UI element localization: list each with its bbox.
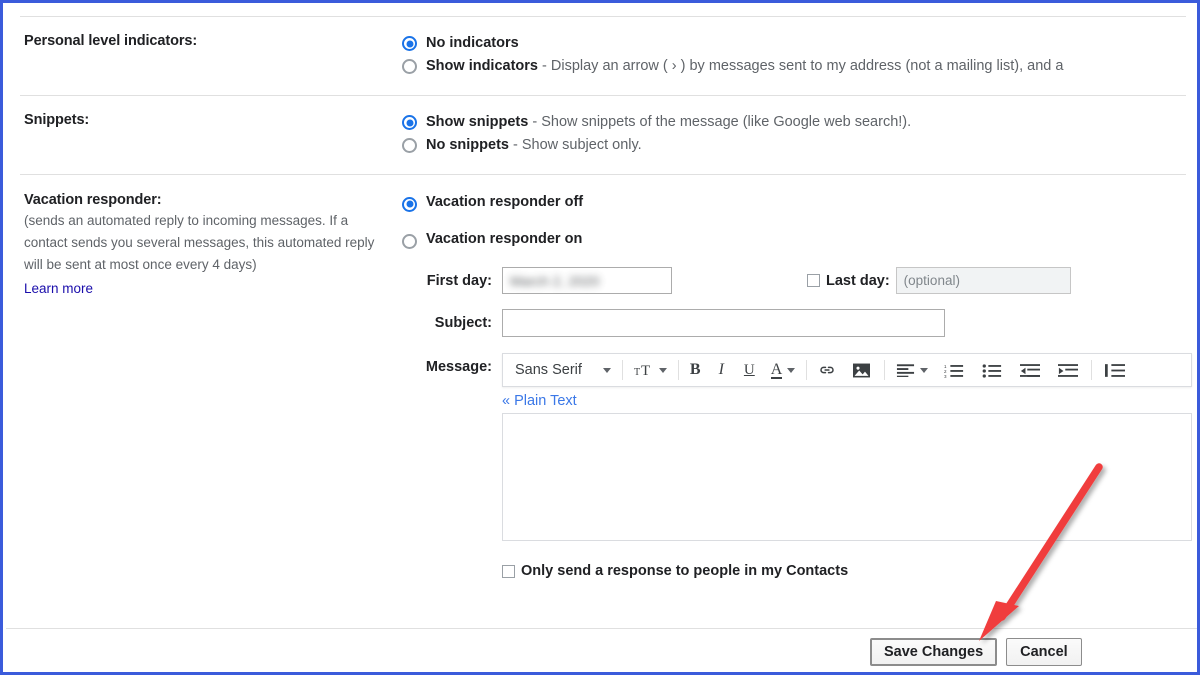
toolbar-divider-5 bbox=[1091, 360, 1093, 381]
radio-show-snippets[interactable]: Show snippets - Show snippets of the mes… bbox=[402, 112, 1197, 133]
radio-vacation-responder-off-label: Vacation responder off bbox=[426, 194, 584, 211]
message-row: Message: Sans Serif T T B I U A 1 2 3 « … bbox=[402, 353, 1197, 580]
indent-more-icon[interactable] bbox=[1049, 353, 1087, 387]
radio-no-snippets-icon[interactable] bbox=[402, 138, 417, 154]
radio-show-indicators-label: Show indicators - Display an arrow ( › )… bbox=[426, 58, 1064, 75]
setting-personal-level-indicators: Personal level indicators: No indicators… bbox=[6, 17, 1197, 95]
insert-image-icon[interactable] bbox=[843, 353, 880, 387]
numbered-list-glyph: 1 2 3 bbox=[944, 363, 964, 378]
last-day-checkbox[interactable] bbox=[807, 274, 820, 288]
bold-icon[interactable]: B bbox=[683, 353, 708, 387]
font-family-value: Sans Serif bbox=[515, 362, 582, 379]
text-size-caret-icon bbox=[658, 367, 667, 373]
radio-show-snippets-label: Show snippets - Show snippets of the mes… bbox=[426, 114, 912, 131]
personal-level-indicators-options: No indicators Show indicators - Display … bbox=[402, 33, 1197, 79]
vacation-responder-title: Vacation responder: bbox=[24, 192, 162, 209]
subject-row: Subject: bbox=[402, 309, 1197, 338]
plain-text-link[interactable]: « Plain Text bbox=[502, 393, 1197, 409]
message-textarea[interactable] bbox=[502, 413, 1192, 542]
message-editor: Sans Serif T T B I U A 1 2 3 « Plain Tex… bbox=[502, 353, 1197, 580]
formatting-toolbar: Sans Serif T T B I U A 1 2 3 bbox=[502, 353, 1192, 388]
text-color-glyph: A bbox=[770, 360, 783, 379]
radio-vacation-responder-off-icon[interactable] bbox=[402, 196, 417, 212]
vacation-responder-controls: Vacation responder off Vacation responde… bbox=[402, 192, 1197, 580]
radio-vacation-responder-on-label: Vacation responder on bbox=[426, 231, 583, 248]
radio-show-snippets-icon[interactable] bbox=[402, 115, 417, 131]
radio-no-indicators-label: No indicators bbox=[426, 35, 519, 51]
bulleted-list-icon[interactable] bbox=[973, 353, 1011, 387]
svg-text:T: T bbox=[634, 367, 640, 378]
link-icon[interactable] bbox=[811, 353, 843, 387]
font-family-caret[interactable] bbox=[588, 353, 618, 387]
first-last-day-row: First day: March 2, 2020 Last day: (opti… bbox=[402, 267, 1197, 295]
cancel-button[interactable]: Cancel bbox=[1006, 638, 1082, 666]
toolbar-divider-4 bbox=[884, 360, 886, 381]
numbered-list-icon[interactable]: 1 2 3 bbox=[935, 353, 973, 387]
toolbar-divider-2 bbox=[677, 360, 679, 381]
align-glyph bbox=[897, 364, 915, 378]
align-icon[interactable] bbox=[889, 353, 935, 387]
vacation-responder-learn-more-link[interactable]: Learn more bbox=[24, 278, 392, 300]
svg-text:3: 3 bbox=[944, 373, 947, 377]
quote-icon[interactable] bbox=[1096, 353, 1134, 387]
bulleted-list-glyph bbox=[982, 363, 1002, 378]
contacts-only-row[interactable]: Only send a response to people in my Con… bbox=[502, 563, 1197, 580]
last-day-input[interactable]: (optional) bbox=[895, 267, 1071, 295]
radio-show-indicators-icon[interactable] bbox=[402, 59, 417, 75]
last-day-label: Last day: bbox=[826, 272, 890, 289]
toolbar-divider-1 bbox=[621, 360, 623, 381]
radio-vacation-responder-off[interactable]: Vacation responder off bbox=[402, 192, 1197, 213]
align-caret-icon bbox=[920, 367, 929, 373]
text-size-icon[interactable]: T T bbox=[627, 353, 674, 387]
radio-vacation-responder-on[interactable]: Vacation responder on bbox=[402, 229, 1197, 250]
italic-icon[interactable]: I bbox=[708, 353, 735, 387]
snippets-options: Show snippets - Show snippets of the mes… bbox=[402, 112, 1197, 158]
insert-image-glyph bbox=[853, 363, 871, 378]
subject-input[interactable] bbox=[502, 309, 945, 338]
indent-less-glyph bbox=[1020, 363, 1041, 377]
personal-level-indicators-title: Personal level indicators: bbox=[24, 33, 198, 49]
chevron-down-icon bbox=[602, 367, 611, 373]
personal-level-indicators-label-col: Personal level indicators: bbox=[6, 33, 402, 49]
font-family-dropdown[interactable]: Sans Serif bbox=[503, 353, 588, 387]
first-day-input[interactable]: March 2, 2020 bbox=[502, 267, 672, 295]
first-day-label: First day: bbox=[426, 272, 492, 289]
first-day-value: March 2, 2020 bbox=[510, 272, 600, 289]
vacation-responder-label-col: Vacation responder: (sends an automated … bbox=[6, 192, 402, 299]
text-color-caret-icon bbox=[787, 367, 796, 373]
gmail-settings-page: Personal level indicators: No indicators… bbox=[6, 6, 1197, 672]
radio-no-indicators[interactable]: No indicators bbox=[402, 33, 1197, 54]
radio-show-indicators[interactable]: Show indicators - Display an arrow ( › )… bbox=[402, 56, 1197, 77]
svg-text:T: T bbox=[641, 363, 650, 378]
radio-vacation-responder-on-icon[interactable] bbox=[402, 233, 417, 249]
subject-label: Subject: bbox=[434, 315, 492, 332]
radio-no-snippets[interactable]: No snippets - Show subject only. bbox=[402, 135, 1197, 156]
divider-footer bbox=[6, 628, 1197, 629]
last-day-placeholder: (optional) bbox=[903, 273, 960, 289]
underline-icon[interactable]: U bbox=[735, 353, 764, 387]
snippets-label-col: Snippets: bbox=[6, 112, 402, 128]
contacts-only-checkbox[interactable] bbox=[502, 564, 515, 578]
snippets-title: Snippets: bbox=[24, 112, 90, 129]
vacation-responder-description: (sends an automated reply to incoming me… bbox=[24, 213, 375, 272]
radio-no-snippets-label: No snippets - Show subject only. bbox=[426, 137, 642, 154]
indent-less-icon[interactable] bbox=[1011, 353, 1049, 387]
footer-buttons: Save Changes Cancel bbox=[870, 638, 1082, 666]
toolbar-divider-3 bbox=[806, 360, 808, 381]
link-glyph bbox=[820, 366, 834, 374]
setting-vacation-responder: Vacation responder: (sends an automated … bbox=[6, 175, 1197, 580]
indent-more-glyph bbox=[1058, 363, 1079, 377]
message-label: Message: bbox=[425, 359, 492, 376]
contacts-only-label: Only send a response to people in my Con… bbox=[521, 563, 849, 580]
radio-no-indicators-icon[interactable] bbox=[402, 36, 417, 51]
text-size-glyph: T T bbox=[634, 363, 650, 378]
setting-snippets: Snippets: Show snippets - Show snippets … bbox=[6, 96, 1197, 174]
text-color-icon[interactable]: A bbox=[764, 353, 803, 387]
quote-glyph bbox=[1105, 363, 1126, 377]
screenshot-frame: Personal level indicators: No indicators… bbox=[0, 0, 1200, 675]
save-changes-button[interactable]: Save Changes bbox=[870, 638, 998, 666]
